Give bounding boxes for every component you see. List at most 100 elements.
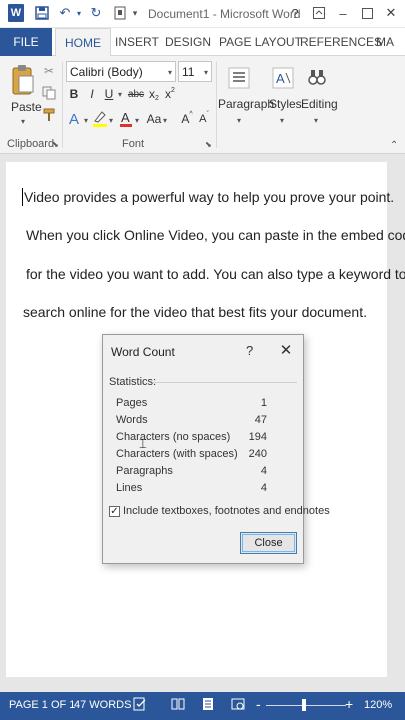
doc-line[interactable]: When you click Online Video, you can pas… <box>26 227 405 243</box>
bold-button[interactable]: B <box>66 85 82 103</box>
paste-label[interactable]: Paste <box>11 100 42 114</box>
zoom-slider-track[interactable] <box>266 705 346 706</box>
text-effects-icon[interactable]: A <box>66 109 82 129</box>
paste-icon[interactable] <box>10 62 36 98</box>
restore-ribbon-icon[interactable] <box>312 4 326 22</box>
save-icon[interactable] <box>34 4 50 22</box>
text-caret <box>22 188 23 206</box>
editing-icon[interactable] <box>304 62 330 94</box>
word-logo-icon[interactable]: W <box>8 4 24 22</box>
help-icon[interactable]: ? <box>288 4 302 22</box>
statistics-label: Statistics: <box>109 376 157 388</box>
close-button[interactable]: Close <box>240 532 297 554</box>
underline-button[interactable]: U <box>102 85 116 103</box>
tab-references[interactable]: REFERENCES <box>300 28 382 56</box>
styles-dropdown-icon[interactable]: ▾ <box>280 116 284 125</box>
print-layout-icon[interactable] <box>201 697 215 714</box>
include-textboxes-label[interactable]: Include textboxes, footnotes and endnote… <box>123 505 330 517</box>
strikethrough-button[interactable]: abc <box>126 85 146 103</box>
read-mode-icon[interactable] <box>171 697 185 714</box>
stat-words-label: Words <box>116 414 148 426</box>
dialog-title: Word Count <box>111 345 175 359</box>
text-effects-dropdown-icon[interactable]: ▾ <box>84 116 88 125</box>
styles-button[interactable]: Styles <box>269 97 302 111</box>
stat-paragraphs-value: 4 <box>260 465 267 477</box>
tab-design[interactable]: DESIGN <box>165 28 211 56</box>
font-color-dropdown-icon[interactable]: ▾ <box>135 116 139 125</box>
undo-icon[interactable]: ↶ <box>56 4 74 22</box>
title-bar: W ↶ ▾ ↻ ▾ Document1 - Microsoft Word ? –… <box>0 0 405 28</box>
grow-font-button[interactable]: A ^ <box>180 109 194 129</box>
font-color-icon[interactable]: A <box>118 109 134 129</box>
tab-page-layout[interactable]: PAGE LAYOUT <box>219 28 302 56</box>
paragraph-dropdown-icon[interactable]: ▾ <box>237 116 241 125</box>
tab-file[interactable]: FILE <box>0 28 52 56</box>
paragraph-icon[interactable] <box>226 62 252 94</box>
customize-qat-icon[interactable]: ▾ <box>130 4 140 22</box>
page-indicator[interactable]: PAGE 1 OF 1 <box>9 699 75 711</box>
touch-mode-icon[interactable] <box>112 4 128 22</box>
change-case-button[interactable]: Aa <box>145 109 163 129</box>
zoom-level[interactable]: 120% <box>364 699 392 711</box>
stat-chars-with-spaces-label: Characters (with spaces) <box>116 448 238 460</box>
undo-dropdown-icon[interactable]: ▾ <box>74 4 84 22</box>
tab-mailings[interactable]: MA <box>376 28 394 56</box>
redo-icon[interactable]: ↻ <box>88 4 104 22</box>
stat-words-value: 47 <box>254 414 267 426</box>
styles-icon[interactable]: A <box>270 62 296 94</box>
zoom-out-button[interactable]: - <box>256 696 261 712</box>
font-launcher-icon[interactable]: ⬊ <box>205 140 212 149</box>
font-size-field[interactable]: 11 ▾ <box>178 61 212 82</box>
subscript-button[interactable]: x2 <box>147 85 161 103</box>
collapse-ribbon-icon[interactable]: ⌃ <box>390 140 398 151</box>
editing-dropdown-icon[interactable]: ▾ <box>314 116 318 125</box>
minimize-icon[interactable]: – <box>336 4 350 22</box>
svg-text:A: A <box>276 71 285 86</box>
shrink-font-label: A <box>199 113 207 125</box>
proofing-icon[interactable] <box>133 697 147 714</box>
font-size-dropdown-icon[interactable]: ▾ <box>204 68 208 77</box>
word-count-indicator[interactable]: 47 WORDS <box>74 699 131 711</box>
stat-chars-no-spaces-label: Characters (no spaces) <box>116 431 231 443</box>
status-bar: PAGE 1 OF 1 47 WORDS - + 120% <box>0 692 405 720</box>
ribbon-tabs: FILE HOME INSERT DESIGN PAGE LAYOUT REFE… <box>0 28 405 57</box>
copy-icon[interactable] <box>40 84 58 102</box>
tab-insert[interactable]: INSERT <box>115 28 159 56</box>
stat-lines-value: 4 <box>260 482 267 494</box>
svg-text:A: A <box>121 110 130 125</box>
dialog-close-icon[interactable]: ✕ <box>277 341 295 359</box>
font-name-field[interactable]: Calibri (Body) ▾ <box>66 61 176 82</box>
highlight-dropdown-icon[interactable]: ▾ <box>109 116 113 125</box>
font-name-dropdown-icon[interactable]: ▾ <box>168 68 172 77</box>
close-icon[interactable]: ✕ <box>384 4 398 22</box>
web-layout-icon[interactable] <box>231 697 245 714</box>
doc-line[interactable]: for the video you want to add. You can a… <box>26 266 405 282</box>
zoom-slider-thumb[interactable] <box>302 699 306 711</box>
shrink-font-button[interactable]: Aˇ <box>197 109 211 129</box>
stat-lines-label: Lines <box>116 482 143 494</box>
highlight-icon[interactable] <box>92 109 108 129</box>
include-textboxes-checkbox[interactable]: ✓ <box>109 506 120 517</box>
underline-dropdown-icon[interactable]: ▾ <box>118 90 122 99</box>
zoom-in-button[interactable]: + <box>345 696 353 712</box>
maximize-icon[interactable] <box>360 4 374 22</box>
italic-button[interactable]: I <box>84 85 100 103</box>
clipboard-launcher-icon[interactable]: ⬊ <box>52 140 59 149</box>
doc-line[interactable]: Video provides a powerful way to help yo… <box>24 189 394 205</box>
cut-icon[interactable]: ✂ <box>40 62 58 80</box>
dialog-help-icon[interactable]: ? <box>246 343 253 358</box>
doc-line[interactable]: search online for the video that best fi… <box>23 304 367 320</box>
statistics-divider <box>153 382 297 383</box>
stat-pages-value: 1 <box>260 397 267 409</box>
window-title: Document1 - Microsoft Word <box>148 7 301 21</box>
change-case-dropdown-icon[interactable]: ▾ <box>163 116 167 125</box>
paragraph-button[interactable]: Paragraph <box>218 97 274 111</box>
superscript-button[interactable]: x2 <box>163 85 177 103</box>
ribbon-home: Paste ▾ ✂ Clipboard ⬊ Calibri (Body) ▾ 1… <box>0 56 405 154</box>
font-name-value: Calibri (Body) <box>70 64 143 79</box>
paste-dropdown-icon[interactable]: ▾ <box>21 117 25 126</box>
grow-font-label: A <box>181 112 190 126</box>
format-painter-icon[interactable] <box>40 106 58 124</box>
editing-button[interactable]: Editing <box>301 97 338 111</box>
tab-home[interactable]: HOME <box>55 28 111 57</box>
